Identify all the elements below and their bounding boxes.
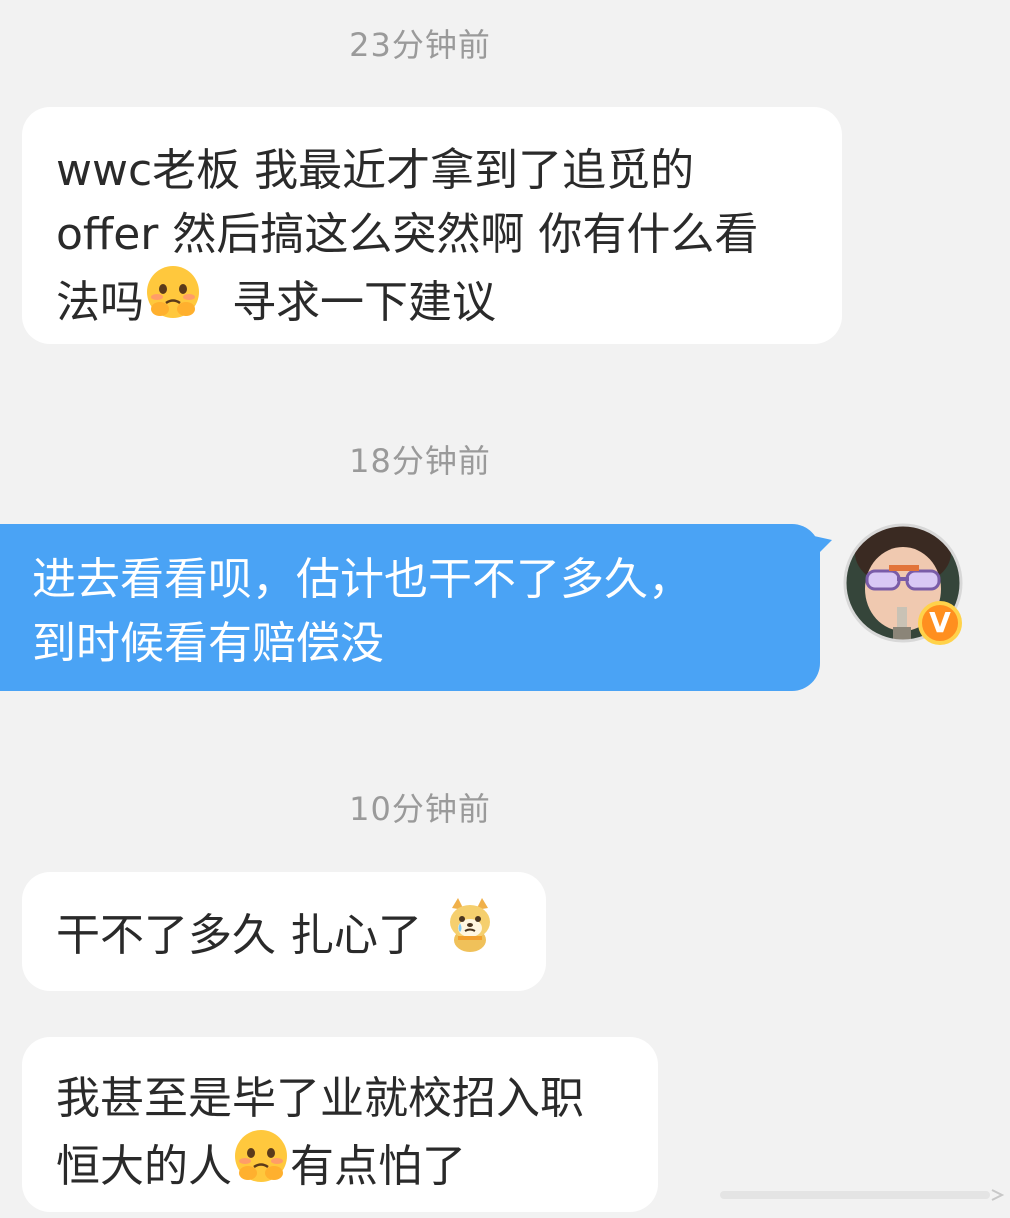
v-badge-icon: V [918,601,962,645]
crying-doge-emoji-icon [444,896,496,972]
pleading-face-emoji-icon [232,1127,290,1203]
message-bubble-incoming-2[interactable]: 干不了多久 扎心了 [22,872,546,991]
message-line-with-emoji: 干不了多久 扎心了 [56,898,546,976]
message-text: 有点怕了 [290,1141,466,1192]
message-bubble-incoming-3[interactable]: 我甚至是毕了业就校招入职 恒大的人 有点怕了 [22,1037,658,1212]
message-line-with-emoji: 法吗 寻求一下建议 [56,266,842,343]
message-line: 进去看看呗，估计也干不了多久， [32,554,692,605]
message-text: 干不了多久 扎心了 [56,910,422,961]
bubble-tail [814,536,832,558]
message-text: 法吗 [56,277,144,328]
message-bubble-incoming-1[interactable]: wwc老板 我最近才拿到了追觅的 offer 然后搞这么突然啊 你有什么看 法吗… [22,107,842,344]
message-text: 恒大的人 [56,1141,232,1192]
message-line: 我甚至是毕了业就校招入职 [56,1073,584,1124]
pleading-face-emoji-icon [144,263,202,339]
message-line: offer 然后搞这么突然啊 你有什么看 [56,209,759,260]
timestamp-2: 18分钟前 [349,442,491,480]
message-line: 到时候看有赔偿没 [32,618,384,669]
message-bubble-outgoing-1[interactable]: 进去看看呗，估计也干不了多久， 到时候看有赔偿没 [0,524,820,691]
watermark-strip [720,1189,1005,1201]
timestamp-1: 23分钟前 [349,26,491,64]
message-line: wwc老板 我最近才拿到了追觅的 [56,145,695,196]
message-text: 寻求一下建议 [232,277,496,328]
timestamp-3: 10分钟前 [349,790,491,828]
message-line-with-emoji: 恒大的人 有点怕了 [56,1130,658,1207]
